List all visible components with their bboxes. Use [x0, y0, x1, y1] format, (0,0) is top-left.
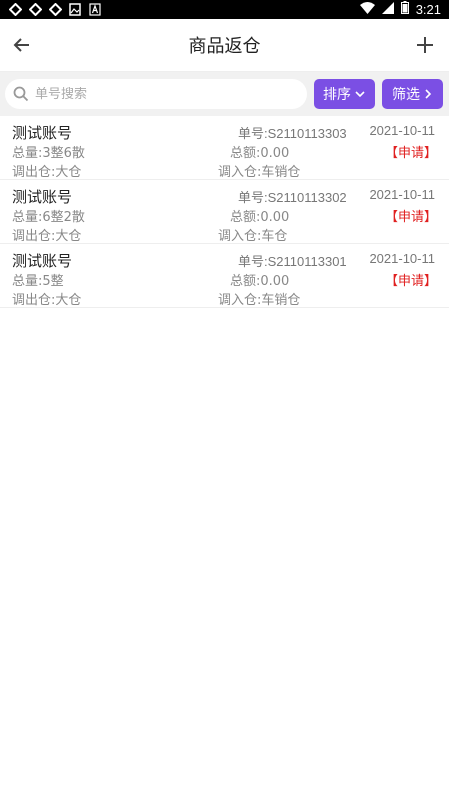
list-item[interactable]: 测试账号 单号:S2110113302 2021-10-11 总量:6整2散 总… [0, 180, 449, 244]
filter-label: 筛选 [392, 87, 420, 103]
sort-button[interactable]: 排序 [314, 79, 375, 109]
source-warehouse: 调出仓:大仓 [12, 165, 82, 180]
order-date: 2021-10-11 [369, 123, 435, 138]
chevron-down-icon [355, 91, 365, 98]
app-notification-icon [8, 3, 22, 17]
account-name: 测试账号 [12, 252, 73, 270]
search-icon [13, 86, 29, 102]
status-badge: 【申请】 [384, 274, 437, 289]
total-amount: 总额:0.00 [230, 146, 290, 161]
list-item[interactable]: 测试账号 单号:S2110113303 2021-10-11 总量:3整6散 总… [0, 116, 449, 180]
add-button[interactable] [411, 31, 439, 59]
order-number: 单号:S2110113301 [238, 254, 347, 269]
search-bar: 排序 筛选 [0, 72, 449, 116]
return-order-list: 测试账号 单号:S2110113303 2021-10-11 总量:3整6散 总… [0, 116, 449, 308]
total-amount: 总额:0.00 [230, 210, 290, 225]
target-warehouse: 调入仓:车销仓 [218, 293, 301, 308]
battery-icon [400, 1, 409, 18]
chevron-right-icon [425, 89, 432, 99]
back-arrow-icon [13, 38, 29, 52]
sort-label: 排序 [323, 87, 351, 103]
wifi-icon [359, 1, 375, 18]
status-bar: 3:21 [0, 0, 449, 19]
text-icon [88, 3, 102, 17]
system-status: 3:21 [359, 1, 441, 18]
search-box[interactable] [5, 79, 307, 109]
signal-icon [381, 1, 394, 18]
total-quantity: 总量:6整2散 [12, 210, 85, 225]
status-time: 3:21 [415, 2, 441, 17]
account-name: 测试账号 [12, 124, 73, 142]
order-number: 单号:S2110113302 [238, 190, 347, 205]
order-date: 2021-10-11 [369, 187, 435, 202]
target-warehouse: 调入仓:车仓 [218, 229, 288, 244]
search-input[interactable] [35, 86, 285, 102]
back-button[interactable] [8, 31, 36, 59]
order-date: 2021-10-11 [369, 251, 435, 266]
total-quantity: 总量:3整6散 [12, 146, 85, 161]
page-title: 商品返仓 [188, 36, 261, 57]
filter-button[interactable]: 筛选 [382, 79, 443, 109]
total-amount: 总额:0.00 [230, 274, 290, 289]
target-warehouse: 调入仓:车销仓 [218, 165, 301, 180]
top-app-bar: 商品返仓 [0, 19, 449, 72]
app-notification-icon [28, 3, 42, 17]
image-icon [68, 3, 82, 17]
order-number: 单号:S2110113303 [238, 126, 347, 141]
app-notification-icon [48, 3, 62, 17]
notification-icons [8, 3, 102, 17]
source-warehouse: 调出仓:大仓 [12, 229, 82, 244]
total-quantity: 总量:5整 [12, 274, 64, 289]
plus-icon [417, 37, 433, 53]
status-badge: 【申请】 [384, 210, 437, 225]
source-warehouse: 调出仓:大仓 [12, 293, 82, 308]
status-badge: 【申请】 [384, 146, 437, 161]
list-item[interactable]: 测试账号 单号:S2110113301 2021-10-11 总量:5整 总额:… [0, 244, 449, 308]
account-name: 测试账号 [12, 188, 73, 206]
